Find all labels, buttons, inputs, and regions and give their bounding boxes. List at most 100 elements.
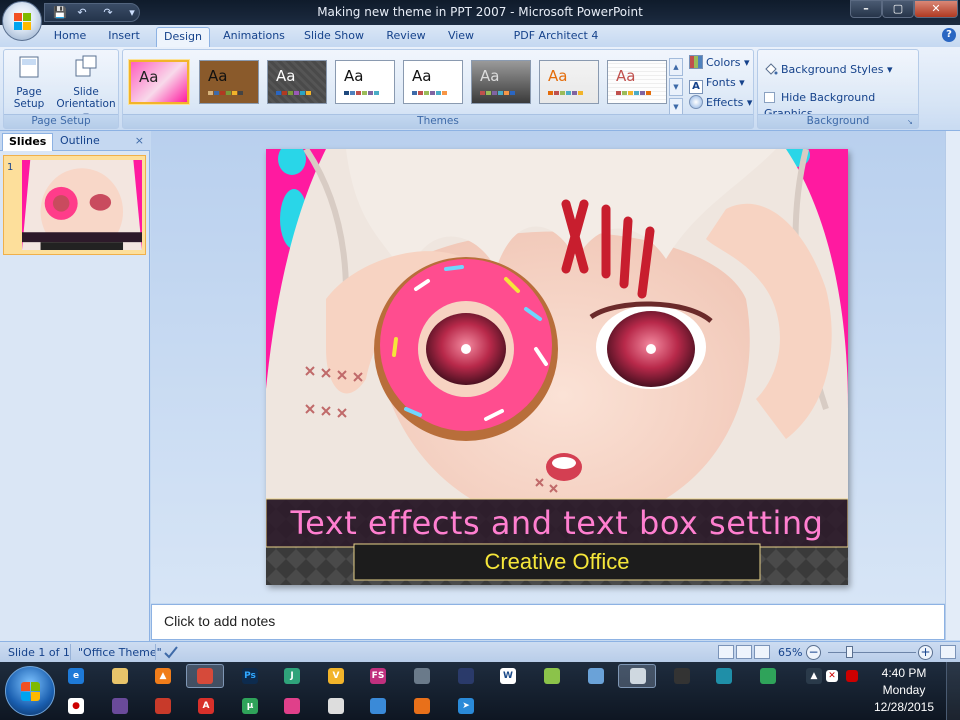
notes-placeholder: Click to add notes [164, 613, 276, 629]
background-styles-button[interactable]: Background Styles ▾ [764, 62, 893, 78]
zoom-slider-thumb[interactable] [846, 646, 853, 658]
colors-button[interactable]: Colors ▾ [689, 54, 749, 72]
file-explorer-icon[interactable] [112, 668, 128, 684]
tab-slides[interactable]: Slides [2, 133, 54, 151]
pane-close-icon[interactable]: × [135, 134, 144, 147]
normal-view-icon[interactable] [718, 645, 734, 659]
slide-thumbnail-1[interactable]: 1 [3, 155, 146, 255]
tab-home[interactable]: Home [48, 27, 92, 47]
rec-app-icon[interactable]: ● [68, 698, 84, 714]
page-setup-group: Page Setup Slide Orientation ▾ Page Setu… [3, 49, 119, 129]
help-icon[interactable]: ? [942, 28, 956, 42]
vertical-scrollbar[interactable] [945, 131, 960, 640]
colorful-app-icon[interactable] [284, 698, 300, 714]
slide-subtitle[interactable]: Creative Office [354, 544, 760, 580]
maps-icon[interactable] [716, 668, 732, 684]
window-title: Making new theme in PPT 2007 - Microsoft… [317, 5, 643, 19]
slide-sorter-view-icon[interactable] [736, 645, 752, 659]
action-center-icon[interactable]: ✕ [826, 670, 838, 682]
tab-review[interactable]: Review [380, 27, 432, 47]
slide-orientation-label-1: Slide [73, 86, 99, 98]
fs-app-icon[interactable]: FS [370, 668, 386, 684]
tab-pdf-architect[interactable]: PDF Architect 4 Creator [492, 27, 620, 60]
themes-group: Aa Aa Aa Aa Aa Aa Aa Aa ▲ ▼ ▼ Colors ▾ A… [122, 49, 754, 129]
tab-outline[interactable]: Outline [54, 133, 106, 151]
themes-gallery-scroll: ▲ ▼ ▼ [669, 58, 683, 118]
office-button[interactable] [2, 1, 42, 41]
theme-thumbnail-red-paper[interactable]: Aa [607, 60, 667, 104]
close-button[interactable]: ✕ [914, 0, 958, 18]
slide-orientation-button[interactable]: Slide Orientation ▾ [54, 54, 118, 122]
effects-button[interactable]: Effects ▾ [689, 94, 752, 112]
title-bar: 💾 ↶ ↷ ▾ Making new theme in PPT 2007 - M… [0, 0, 960, 25]
ribbon-tabs: Home Insert Design Animations Slide Show… [0, 25, 960, 60]
notepad-icon[interactable] [630, 668, 646, 684]
system-clock[interactable]: 4:40 PM Monday 12/28/2015 [868, 665, 940, 716]
telegram-icon[interactable]: ➤ [458, 698, 474, 714]
theme-thumbnail-brown[interactable]: Aa [199, 60, 259, 104]
green-app-icon[interactable] [760, 668, 776, 684]
tab-slide-show[interactable]: Slide Show [298, 27, 370, 47]
tool-icon[interactable] [414, 668, 430, 684]
globe-app-icon[interactable] [588, 668, 604, 684]
firefox-icon[interactable] [414, 698, 430, 714]
tray-up-arrow-icon[interactable]: ▲ [806, 668, 822, 684]
utorrent-icon[interactable]: µ [242, 698, 258, 714]
maximize-button[interactable]: ▢ [882, 0, 914, 18]
spell-check-icon[interactable] [163, 645, 179, 660]
fit-to-window-icon[interactable] [940, 645, 956, 659]
zoom-slider-track[interactable] [828, 652, 916, 653]
v-app-icon[interactable]: V [328, 668, 344, 684]
slide-title[interactable]: Text effects and text box setting [266, 499, 848, 547]
mic-icon[interactable] [674, 668, 690, 684]
show-desktop-button[interactable] [946, 662, 960, 720]
network-app-icon[interactable] [544, 668, 560, 684]
gallery-down-arrow-icon[interactable]: ▼ [669, 78, 683, 96]
page-setup-button[interactable]: Page Setup [4, 54, 54, 110]
theme-thumbnail-dark-gray[interactable]: Aa [267, 60, 327, 104]
theme-sample-text: Aa [344, 67, 364, 85]
pen-app-icon[interactable] [458, 668, 474, 684]
theme-thumbnail-orange-flow[interactable]: Aa [539, 60, 599, 104]
tab-insert[interactable]: Insert [100, 27, 148, 47]
tab-animations[interactable]: Animations [218, 27, 290, 47]
jpg-app-icon[interactable]: J [284, 668, 300, 684]
theme-thumbnail-white-1[interactable]: Aa [335, 60, 395, 104]
photoshop-icon[interactable]: Ps [242, 668, 258, 684]
theme-sample-text: Aa [480, 67, 500, 85]
zoom-in-icon[interactable]: + [918, 645, 933, 660]
slide-thumbnail-image [22, 160, 142, 250]
minimize-button[interactable]: – [850, 0, 882, 18]
acrobat-icon[interactable]: A [198, 698, 214, 714]
theme-thumbnail-gray-gradient[interactable]: Aa [471, 60, 531, 104]
flame-app-icon[interactable] [155, 698, 171, 714]
page-setup-label-1: Page [16, 86, 42, 98]
word-app-icon[interactable]: W [500, 668, 516, 684]
zoom-level[interactable]: 65% [778, 645, 802, 660]
checkbox-icon[interactable] [764, 92, 775, 103]
zoom-out-icon[interactable]: − [806, 645, 821, 660]
castle-app-icon[interactable] [328, 698, 344, 714]
fonts-icon: A [689, 80, 703, 94]
puzzle-app-icon[interactable] [112, 698, 128, 714]
gallery-up-arrow-icon[interactable]: ▲ [669, 58, 683, 76]
internet-explorer-icon[interactable]: e [68, 668, 84, 684]
network-tray-icon[interactable] [846, 670, 858, 682]
dialog-launcher-icon[interactable]: ↘ [907, 118, 915, 126]
notes-pane[interactable]: Click to add notes [151, 604, 945, 640]
vlc-icon[interactable]: ▲ [155, 668, 171, 684]
clock-time: 4:40 PM [881, 666, 927, 680]
start-button[interactable] [5, 666, 55, 716]
app-icon-red[interactable] [197, 668, 213, 684]
theme-thumbnail-custom[interactable]: Aa [129, 60, 189, 104]
tab-view[interactable]: View [440, 27, 482, 47]
windows-logo-icon [21, 682, 41, 702]
theme-thumbnail-white-2[interactable]: Aa [403, 60, 463, 104]
window-controls: – ▢ ✕ [850, 0, 958, 20]
fonts-button[interactable]: A Fonts ▾ [689, 74, 745, 94]
slide-show-view-icon[interactable] [754, 645, 770, 659]
slide-1[interactable]: Text effects and text box setting Creati… [266, 149, 848, 585]
tab-design[interactable]: Design [156, 27, 210, 47]
blue-app-icon[interactable] [370, 698, 386, 714]
hide-background-graphics-checkbox[interactable]: Hide Background Graphics [764, 90, 918, 120]
